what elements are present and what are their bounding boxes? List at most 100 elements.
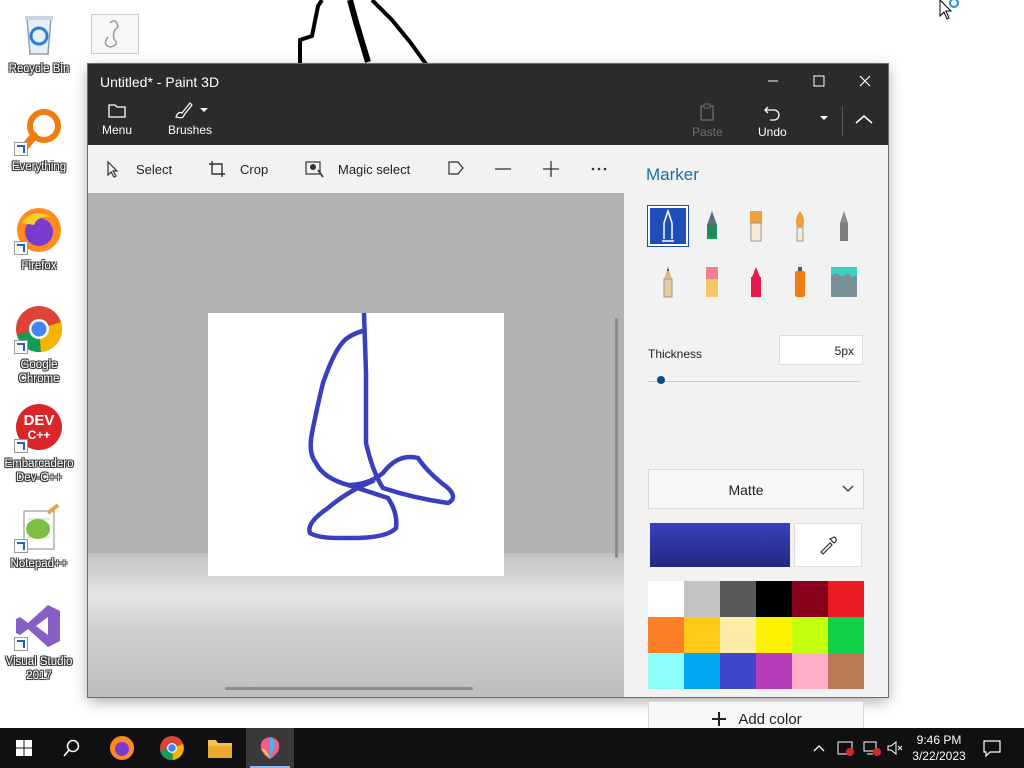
palette-swatch[interactable] <box>756 581 792 617</box>
desktop-icon-google-chrome[interactable]: Google Chrome <box>0 304 78 386</box>
crop-tool[interactable]: Crop <box>208 145 268 193</box>
paint3d-window: Untitled* - Paint 3D Menu Brushes Paste … <box>88 64 888 737</box>
tray-network-icon[interactable] <box>862 728 882 768</box>
desktop-icon-label: Everything <box>11 161 67 173</box>
menu-button[interactable]: Menu <box>102 101 132 137</box>
taskbar-chrome[interactable] <box>148 728 196 768</box>
thickness-label: Thickness <box>648 347 703 361</box>
title-bar[interactable]: Untitled* - Paint 3D <box>88 64 888 98</box>
brush-calligraphy-pen[interactable] <box>692 206 732 246</box>
magic-select-label: Magic select <box>338 161 411 177</box>
chrome-icon <box>14 304 64 354</box>
desktop-icon-visual-studio[interactable]: Visual Studio 2017 <box>0 601 78 683</box>
maximize-button[interactable] <box>796 64 842 98</box>
shortcut-arrow-icon <box>14 241 28 255</box>
taskbar-search-button[interactable] <box>48 728 96 768</box>
taskbar-firefox[interactable] <box>98 728 146 768</box>
add-color-label: Add color <box>738 710 802 728</box>
finish-dropdown[interactable]: Matte <box>648 469 864 509</box>
palette-swatch[interactable] <box>756 617 792 653</box>
desktop-icon-recycle-bin[interactable]: Recycle Bin <box>0 8 78 76</box>
collapse-ribbon-button[interactable] <box>852 112 876 130</box>
eyedropper-button[interactable] <box>794 523 862 567</box>
palette-swatch[interactable] <box>828 653 864 689</box>
brush-crayon[interactable] <box>736 262 776 302</box>
brushes-button[interactable]: Brushes <box>168 101 212 137</box>
clock-time: 9:46 PM <box>916 733 962 747</box>
taskbar-paint-3d[interactable] <box>246 728 294 768</box>
palette-swatch[interactable] <box>648 617 684 653</box>
chevron-down-icon <box>200 108 209 112</box>
paint-3d-icon <box>260 737 280 759</box>
more-options-button[interactable] <box>590 145 622 193</box>
palette-swatch[interactable] <box>648 581 684 617</box>
vertical-scrollbar[interactable] <box>615 318 618 558</box>
palette-swatch[interactable] <box>720 581 756 617</box>
zoom-out-button[interactable] <box>494 145 526 193</box>
horizontal-scrollbar[interactable] <box>225 687 473 690</box>
history-dropdown-button[interactable] <box>812 112 836 128</box>
brush-watercolor[interactable] <box>780 206 820 246</box>
brush-pixel-pen[interactable] <box>824 206 864 246</box>
brush-marker[interactable] <box>648 206 688 246</box>
palette-swatch[interactable] <box>828 617 864 653</box>
desktop-icon-everything[interactable]: Everything <box>0 106 78 174</box>
marker-icon <box>662 209 674 242</box>
close-button[interactable] <box>842 64 888 98</box>
drawing-canvas[interactable] <box>208 310 504 576</box>
flip-tool[interactable] <box>446 145 480 193</box>
desktop-icon-notepad-plus-plus[interactable]: Notepad++ <box>0 503 78 571</box>
notifications-button[interactable] <box>982 728 1002 768</box>
tray-overflow-button[interactable] <box>812 728 826 768</box>
zoom-in-button[interactable] <box>542 145 574 193</box>
brush-eraser[interactable] <box>692 262 732 302</box>
palette-swatch[interactable] <box>720 653 756 689</box>
desktop-icon-firefox[interactable]: Firefox <box>0 205 78 273</box>
chrome-icon <box>160 736 184 761</box>
magic-select-icon <box>305 161 324 178</box>
chevron-up-icon <box>813 745 825 752</box>
desktop-icon-label: Embarcadero Dev-C++ <box>4 458 74 484</box>
windows-logo-icon <box>16 740 32 756</box>
palette-swatch[interactable] <box>756 653 792 689</box>
close-icon <box>859 75 871 87</box>
undo-button[interactable]: Undo <box>758 103 787 139</box>
palette-swatch[interactable] <box>684 653 720 689</box>
start-button[interactable] <box>0 728 48 768</box>
plus-icon <box>712 712 727 726</box>
minimize-button[interactable] <box>750 64 796 98</box>
dev-cpp-logo-text: DEV <box>24 412 55 429</box>
desktop-icon-dev-cpp[interactable]: DEV C++ Embarcadero Dev-C++ <box>0 403 78 485</box>
tray-security-icon[interactable] <box>836 728 856 768</box>
thickness-input[interactable]: 5px <box>779 335 863 365</box>
paste-label: Paste <box>692 125 723 139</box>
brush-spray-can[interactable] <box>780 262 820 302</box>
palette-swatch[interactable] <box>828 581 864 617</box>
magic-select-tool[interactable]: Magic select <box>304 145 410 193</box>
paste-button[interactable]: Paste <box>692 103 723 139</box>
thickness-slider[interactable] <box>648 381 860 382</box>
brush-fill[interactable] <box>824 262 864 302</box>
shortcut-arrow-icon <box>14 539 28 553</box>
finish-value: Matte <box>728 482 764 498</box>
cursor-arrow-icon <box>107 160 119 178</box>
palette-swatch[interactable] <box>684 581 720 617</box>
brush-pencil[interactable] <box>648 262 688 302</box>
spray-can-icon <box>795 267 805 297</box>
palette-swatch[interactable] <box>792 653 828 689</box>
palette-swatch[interactable] <box>792 617 828 653</box>
palette-swatch[interactable] <box>720 617 756 653</box>
taskbar-file-explorer[interactable] <box>196 728 244 768</box>
search-icon <box>63 739 80 757</box>
thickness-slider-thumb[interactable] <box>656 376 665 384</box>
brush-oil[interactable] <box>736 206 776 246</box>
canvas-workspace[interactable] <box>88 193 624 697</box>
eraser-icon <box>706 267 718 297</box>
select-tool[interactable]: Select <box>104 145 172 193</box>
palette-swatch[interactable] <box>684 617 720 653</box>
palette-swatch[interactable] <box>792 581 828 617</box>
current-color-swatch[interactable] <box>650 523 790 567</box>
taskbar-clock[interactable]: 9:46 PM 3/22/2023 <box>900 732 978 764</box>
desktop-file-thumbnail[interactable] <box>91 14 139 54</box>
palette-swatch[interactable] <box>648 653 684 689</box>
